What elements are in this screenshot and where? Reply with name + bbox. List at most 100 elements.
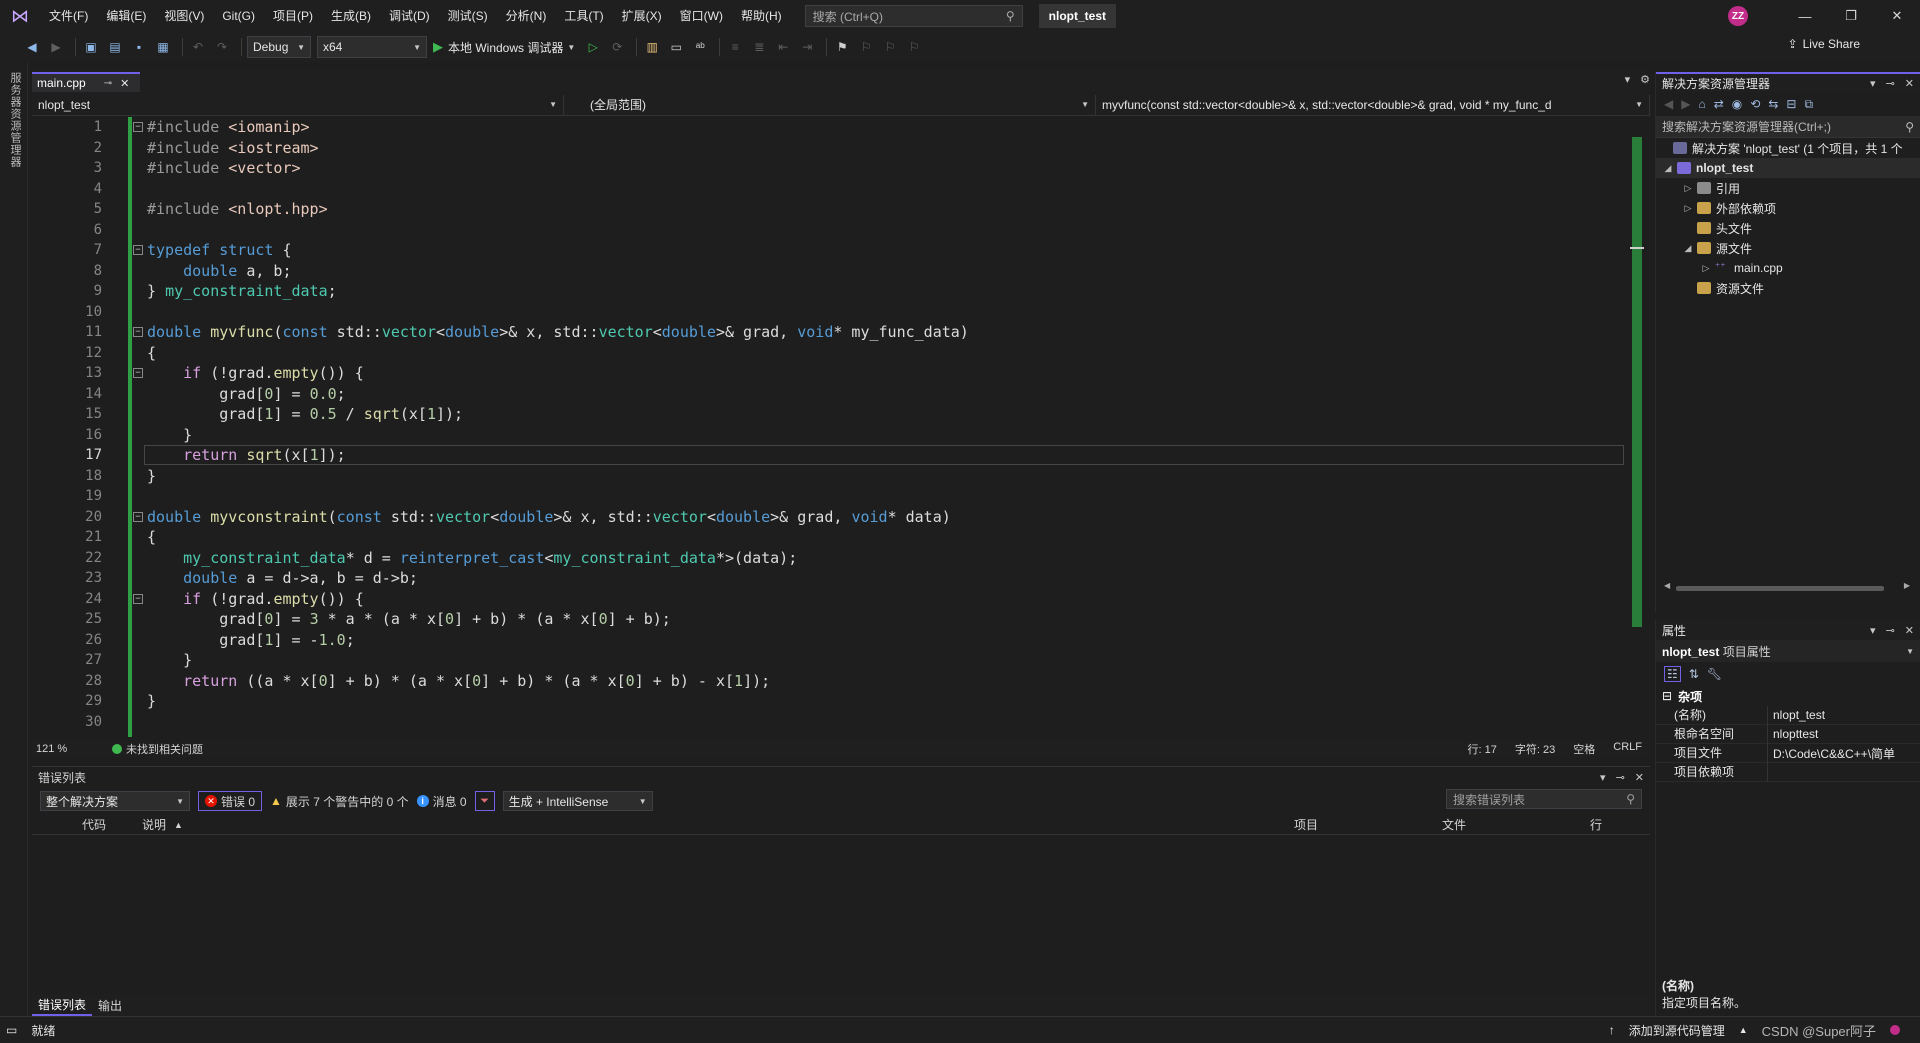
solution-name-badge[interactable]: nlopt_test xyxy=(1038,4,1117,28)
dropdown-icon[interactable]: ▾ xyxy=(1870,624,1876,637)
save-icon[interactable]: ▪ xyxy=(129,37,149,57)
next-bookmark-icon[interactable]: ⚐ xyxy=(880,37,900,57)
fold-toggle-icon[interactable]: − xyxy=(133,368,143,378)
code-line[interactable]: 17 return sqrt(x[1]); xyxy=(32,445,1630,466)
tree-solution[interactable]: 解决方案 'nlopt_test' (1 个项目，共 1 个 xyxy=(1656,138,1920,158)
solution-config-select[interactable]: Debug ▼ xyxy=(247,36,311,58)
nav-member-dropdown[interactable]: myvfunc(const std::vector<double>& x, st… xyxy=(1096,94,1650,115)
code-line[interactable]: 28 return ((a * x[0] + b) * (a * x[0] + … xyxy=(32,671,1630,692)
solution-platform-select[interactable]: x64 ▼ xyxy=(317,36,427,58)
nav-project-dropdown[interactable]: nlopt_test ▼ xyxy=(32,94,564,115)
code-line[interactable]: 12 { xyxy=(32,343,1630,364)
code-line[interactable]: 24 − if (!grad.empty()) { xyxy=(32,589,1630,610)
comment-icon[interactable]: ≡ xyxy=(725,37,745,57)
column-line[interactable]: 行 xyxy=(1590,816,1602,833)
menu-window[interactable]: 窗口(W) xyxy=(671,0,732,32)
bookmark-icon[interactable]: ⚑ xyxy=(832,37,852,57)
clear-bookmarks-icon[interactable]: ⚐ xyxy=(904,37,924,57)
fold-toggle-icon[interactable]: − xyxy=(133,511,143,522)
home-icon[interactable]: ⌂ xyxy=(1698,97,1705,111)
collapsed-icon[interactable]: ▷ xyxy=(1682,183,1694,194)
property-row[interactable]: 项目文件 D:\Code\C&&C++\简单 xyxy=(1656,743,1920,763)
menu-debug[interactable]: 调试(D) xyxy=(380,0,439,32)
close-window-button[interactable]: ✕ xyxy=(1874,0,1920,32)
editor-vertical-scrollbar[interactable] xyxy=(1630,117,1644,737)
sync-icon[interactable]: ⇆ xyxy=(1768,97,1778,111)
scroll-left-icon[interactable]: ◀ xyxy=(1664,581,1670,590)
nav-scope-dropdown[interactable]: (全局范围) ▼ xyxy=(564,94,1096,115)
fold-toggle-icon[interactable]: − xyxy=(133,122,143,132)
tab-error-list[interactable]: 错误列表 xyxy=(32,994,93,1016)
start-debugging-button[interactable]: ▶ 本地 Windows 调试器 ▼ xyxy=(433,39,575,56)
git-icon[interactable]: ◉ xyxy=(1732,97,1742,111)
menu-view[interactable]: 视图(V) xyxy=(155,0,213,32)
code-line[interactable]: 14 grad[0] = 0.0; xyxy=(32,384,1630,405)
navigate-forward-icon[interactable]: ▶ xyxy=(46,37,66,57)
navigate-back-icon[interactable]: ◀ xyxy=(22,37,42,57)
tab-overflow-icon[interactable]: ▾ xyxy=(1625,73,1631,86)
property-row[interactable]: 根命名空间 nlopttest xyxy=(1656,724,1920,744)
property-pages-icon[interactable]: 🔧︎ xyxy=(1707,667,1722,681)
errors-toggle[interactable]: ✕ 错误 0 xyxy=(198,791,263,811)
property-value[interactable]: D:\Code\C&&C++\简单 xyxy=(1768,745,1908,762)
solution-explorer-icon[interactable]: ▥ xyxy=(642,37,662,57)
save-all-icon[interactable]: ▦ xyxy=(153,37,173,57)
server-explorer-tab[interactable]: 服务器资源管理器 xyxy=(7,72,23,168)
uncomment-icon[interactable]: ≣ xyxy=(749,37,769,57)
collapse-icon[interactable]: ⊟ xyxy=(1662,689,1672,703)
warnings-toggle[interactable]: ▲ 展示 7 个警告中的 0 个 xyxy=(270,793,409,810)
property-row[interactable]: 项目依赖项 xyxy=(1656,762,1920,782)
pin-icon[interactable]: ⊸ xyxy=(104,78,112,89)
show-all-files-icon[interactable]: ⧉ xyxy=(1804,97,1813,112)
tree-node-external-deps[interactable]: ▷ 外部依赖项 xyxy=(1656,198,1920,218)
code-line[interactable]: 10 xyxy=(32,302,1630,323)
menu-edit[interactable]: 编辑(E) xyxy=(97,0,155,32)
collapsed-icon[interactable]: ▷ xyxy=(1700,263,1712,274)
expanded-icon[interactable]: ◢ xyxy=(1662,163,1674,174)
fold-toggle-icon[interactable]: − xyxy=(133,593,143,604)
menu-build[interactable]: 生成(B) xyxy=(322,0,380,32)
forward-icon[interactable]: ▶ xyxy=(1681,97,1690,111)
tab-output[interactable]: 输出 xyxy=(92,994,128,1016)
code-line[interactable]: 23 double a = d->a, b = d->b; xyxy=(32,568,1630,589)
tab-main-cpp[interactable]: main.cpp ⊸ ✕ xyxy=(32,72,140,92)
line-ending[interactable]: CRLF xyxy=(1613,741,1642,757)
code-line[interactable]: 13 − if (!grad.empty()) { xyxy=(32,363,1630,384)
code-line[interactable]: 7 − typedef struct { xyxy=(32,240,1630,261)
scrollbar-thumb[interactable] xyxy=(1676,586,1884,591)
code-line[interactable]: 9} my_constraint_data; xyxy=(32,281,1630,302)
scroll-right-icon[interactable]: ▶ xyxy=(1904,581,1910,590)
menu-file[interactable]: 文件(F) xyxy=(40,0,97,32)
property-value[interactable]: nlopt_test xyxy=(1768,708,1908,722)
messages-toggle[interactable]: i 消息 0 xyxy=(416,793,467,810)
code-line[interactable]: 22 my_constraint_data* d = reinterpret_c… xyxy=(32,548,1630,569)
live-share-button[interactable]: ⇪ Live Share xyxy=(1788,37,1860,51)
dropdown-icon[interactable]: ▾ xyxy=(1870,77,1876,90)
start-without-debugging-icon[interactable]: ▷ xyxy=(583,37,603,57)
global-search-box[interactable]: 搜索 (Ctrl+Q) ⚲ xyxy=(804,5,1023,27)
properties-object-select[interactable]: nlopt_test 项目属性 ▼ xyxy=(1656,640,1920,662)
outdent-icon[interactable]: ⇤ xyxy=(773,37,793,57)
code-editor[interactable]: 1− #include <iomanip> 2 #include <iostream>… xyxy=(32,117,1642,737)
property-row[interactable]: (名称) nlopt_test xyxy=(1656,705,1920,725)
close-tab-icon[interactable]: ✕ xyxy=(120,77,129,90)
code-line[interactable]: 19 xyxy=(32,486,1630,507)
close-icon[interactable]: ✕ xyxy=(1635,771,1644,784)
pin-icon[interactable]: ⊸ xyxy=(1886,77,1895,90)
collapse-all-icon[interactable]: ⊟ xyxy=(1786,97,1796,111)
menu-test[interactable]: 测试(S) xyxy=(439,0,497,32)
redo-icon[interactable]: ↷ xyxy=(212,37,232,57)
column-project[interactable]: 项目 xyxy=(1294,816,1318,833)
previous-bookmark-icon[interactable]: ⚐ xyxy=(856,37,876,57)
code-line[interactable]: 3 #include <vector> xyxy=(32,158,1630,179)
pin-icon[interactable]: ⊸ xyxy=(1886,624,1895,637)
close-icon[interactable]: ✕ xyxy=(1905,624,1914,637)
collapsed-icon[interactable]: ▷ xyxy=(1682,203,1694,214)
error-scope-select[interactable]: 整个解决方案 ▼ xyxy=(40,791,190,811)
menu-tools[interactable]: 工具(T) xyxy=(555,0,612,32)
categorized-icon[interactable]: ☷ xyxy=(1664,666,1681,682)
back-icon[interactable]: ◀ xyxy=(1664,97,1673,111)
fold-toggle-icon[interactable]: − xyxy=(133,327,143,337)
whitespace-mode[interactable]: 空格 xyxy=(1573,741,1595,757)
zoom-level[interactable]: 121 % xyxy=(32,743,92,755)
